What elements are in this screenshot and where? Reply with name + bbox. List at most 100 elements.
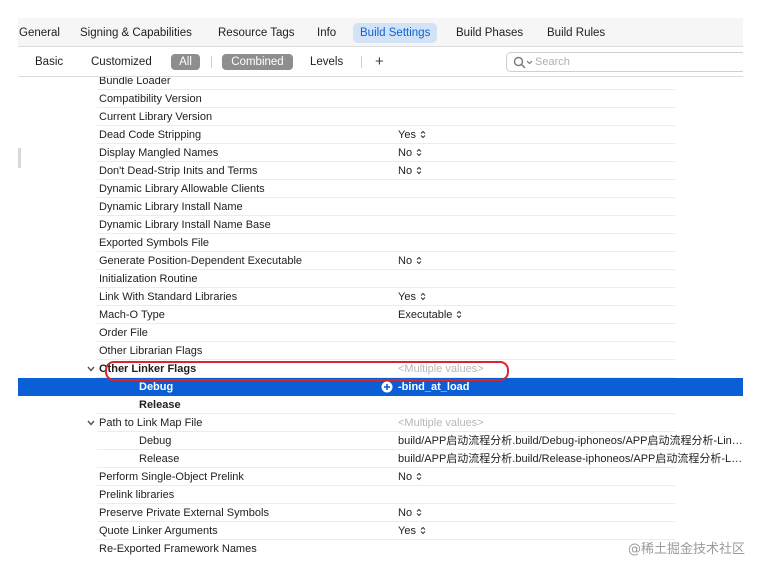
- setting-value[interactable]: Yes: [398, 290, 426, 304]
- setting-value[interactable]: Yes: [398, 128, 426, 142]
- setting-value[interactable]: No: [398, 164, 422, 178]
- setting-name: Don't Dead-Strip Inits and Terms: [99, 165, 258, 177]
- tab-resource-tags[interactable]: Resource Tags: [211, 23, 302, 43]
- configuration-name: Debug: [139, 435, 172, 447]
- filter-all[interactable]: All: [171, 54, 200, 70]
- setting-name: Dynamic Library Allowable Clients: [99, 183, 265, 195]
- setting-value[interactable]: No: [398, 146, 422, 160]
- setting-row[interactable]: Prelink libraries: [18, 486, 743, 504]
- tab-general[interactable]: General: [18, 23, 67, 43]
- setting-row[interactable]: Display Mangled Names No: [18, 144, 743, 162]
- setting-row[interactable]: Exported Symbols File: [18, 234, 743, 252]
- chevron-updown-icon: [457, 310, 462, 319]
- setting-name: Preserve Private External Symbols: [99, 507, 269, 519]
- tab-info[interactable]: Info: [310, 23, 343, 43]
- setting-row[interactable]: Preserve Private External Symbols No: [18, 504, 743, 522]
- disclosure-chevron-down-icon[interactable]: [86, 364, 96, 374]
- setting-row-path-to-link-map[interactable]: Path to Link Map File <Multiple values>: [18, 414, 743, 432]
- setting-value[interactable]: No: [398, 470, 422, 484]
- setting-row-debug-selected[interactable]: Debug -bind_at_load: [18, 378, 743, 396]
- setting-row[interactable]: Don't Dead-Strip Inits and Terms No: [18, 162, 743, 180]
- setting-name: Path to Link Map File: [99, 417, 203, 429]
- setting-value[interactable]: Yes: [398, 524, 426, 538]
- setting-name: Quote Linker Arguments: [99, 525, 218, 537]
- filter-separator: [211, 56, 212, 68]
- setting-row-release[interactable]: Release build/APP启动流程分析.build/Release-ip…: [18, 450, 743, 468]
- setting-name: Order File: [99, 327, 148, 339]
- setting-name: Perform Single-Object Prelink: [99, 471, 244, 483]
- setting-row[interactable]: Dynamic Library Allowable Clients: [18, 180, 743, 198]
- setting-value[interactable]: No: [398, 506, 422, 520]
- filter-basic[interactable]: Basic: [35, 54, 63, 70]
- chevron-updown-icon: [420, 130, 426, 139]
- setting-name: Re-Exported Framework Names: [99, 543, 257, 555]
- watermark-text: @稀土掘金技术社区: [627, 542, 745, 557]
- build-settings-filter-bar: Basic Customized All Combined Levels +: [18, 47, 743, 77]
- setting-row-other-linker-flags[interactable]: Other Linker Flags <Multiple values>: [18, 360, 743, 378]
- setting-name: Exported Symbols File: [99, 237, 210, 249]
- search-field[interactable]: [506, 52, 743, 72]
- configuration-name: Debug: [139, 381, 174, 393]
- setting-row[interactable]: Order File: [18, 324, 743, 342]
- setting-row[interactable]: Link With Standard Libraries Yes: [18, 288, 743, 306]
- setting-name: Other Librarian Flags: [99, 345, 203, 357]
- tab-build-rules[interactable]: Build Rules: [540, 23, 612, 43]
- chevron-updown-icon: [416, 508, 422, 517]
- setting-row[interactable]: Initialization Routine: [18, 270, 743, 288]
- setting-value[interactable]: -bind_at_load: [398, 380, 470, 394]
- setting-row[interactable]: Dynamic Library Install Name Base: [18, 216, 743, 234]
- editor-tab-bar: General Signing & Capabilities Resource …: [18, 18, 743, 47]
- tab-build-settings[interactable]: Build Settings: [353, 23, 438, 43]
- filter-separator: [361, 56, 362, 68]
- build-settings-table: Bundle Loader Compatibility Version Curr…: [18, 77, 743, 556]
- chevron-updown-icon: [416, 256, 422, 265]
- setting-name: Mach-O Type: [99, 309, 165, 321]
- view-combined[interactable]: Combined: [222, 54, 293, 70]
- setting-name: Dead Code Stripping: [99, 129, 202, 141]
- setting-name: Other Linker Flags: [99, 363, 197, 375]
- search-icon[interactable]: [513, 56, 535, 70]
- setting-name: Initialization Routine: [99, 273, 198, 285]
- configuration-name: Release: [139, 453, 180, 465]
- setting-name: Link With Standard Libraries: [99, 291, 238, 303]
- setting-row[interactable]: Dead Code Stripping Yes: [18, 126, 743, 144]
- setting-row[interactable]: Mach-O Type Executable: [18, 306, 743, 324]
- setting-value[interactable]: <Multiple values>: [398, 416, 484, 430]
- setting-value[interactable]: No: [398, 254, 422, 268]
- setting-name: Current Library Version: [99, 111, 213, 123]
- setting-name: Bundle Loader: [99, 77, 171, 87]
- add-setting-button[interactable]: +: [375, 53, 384, 71]
- setting-value[interactable]: build/APP启动流程分析.build/Release-iphoneos/A…: [398, 452, 743, 466]
- setting-value[interactable]: <Multiple values>: [398, 362, 484, 376]
- chevron-updown-icon: [420, 292, 426, 301]
- setting-row[interactable]: Perform Single-Object Prelink No: [18, 468, 743, 486]
- setting-row[interactable]: Other Librarian Flags: [18, 342, 743, 360]
- tab-signing-capabilities[interactable]: Signing & Capabilities: [73, 23, 199, 43]
- configuration-name: Release: [139, 399, 181, 411]
- chevron-updown-icon: [416, 472, 422, 481]
- setting-row[interactable]: Generate Position-Dependent Executable No: [18, 252, 743, 270]
- xcode-build-settings-window: General Signing & Capabilities Resource …: [18, 18, 743, 556]
- view-levels[interactable]: Levels: [310, 54, 343, 70]
- setting-row[interactable]: Dynamic Library Install Name: [18, 198, 743, 216]
- search-input[interactable]: [535, 55, 735, 69]
- tab-build-phases[interactable]: Build Phases: [449, 23, 530, 43]
- setting-row-release[interactable]: Release: [18, 396, 743, 414]
- setting-row[interactable]: Current Library Version: [18, 108, 743, 126]
- chevron-updown-icon: [416, 148, 422, 157]
- setting-row[interactable]: Compatibility Version: [18, 90, 743, 108]
- setting-value[interactable]: Executable: [398, 308, 462, 322]
- add-circle-icon[interactable]: [381, 381, 393, 393]
- setting-name: Generate Position-Dependent Executable: [99, 255, 303, 267]
- disclosure-chevron-down-icon[interactable]: [86, 418, 96, 428]
- setting-name: Compatibility Version: [99, 93, 202, 105]
- filter-customized[interactable]: Customized: [91, 54, 152, 70]
- chevron-updown-icon: [416, 166, 422, 175]
- setting-row[interactable]: Bundle Loader: [18, 77, 743, 90]
- setting-name: Display Mangled Names: [99, 147, 219, 159]
- chevron-updown-icon: [420, 526, 426, 535]
- setting-row-debug[interactable]: Debug build/APP启动流程分析.build/Debug-iphone…: [18, 432, 743, 450]
- setting-value[interactable]: build/APP启动流程分析.build/Debug-iphoneos/APP…: [398, 434, 743, 448]
- setting-name: Dynamic Library Install Name Base: [99, 219, 271, 231]
- setting-name: Dynamic Library Install Name: [99, 201, 243, 213]
